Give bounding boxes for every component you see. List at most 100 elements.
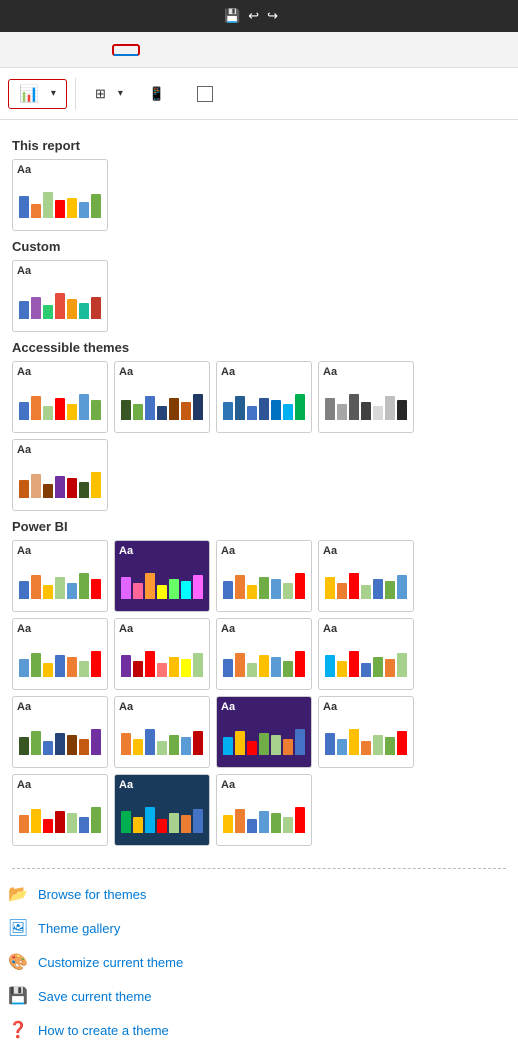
theme-card-pbi-6[interactable]: Aa [114, 618, 210, 690]
chart-bar [283, 583, 293, 599]
theme-bars-pbi-11 [221, 715, 307, 755]
theme-aa-pbi-2: Aa [119, 545, 205, 557]
chart-bar [169, 579, 179, 599]
theme-gallery-icon: 🖼 [8, 918, 28, 938]
chart-bar [337, 739, 347, 755]
theme-card-acc-1[interactable]: Aa [12, 361, 108, 433]
chart-bar [31, 396, 41, 420]
save-icon[interactable]: 💾 [224, 8, 240, 24]
undo-icon[interactable]: ↩ [248, 8, 259, 24]
chart-bar [259, 811, 269, 833]
chart-bar [223, 737, 233, 755]
chart-bar [19, 480, 29, 498]
chart-bar [169, 813, 179, 833]
theme-card-acc-2[interactable]: Aa [114, 361, 210, 433]
theme-card-pbi-4[interactable]: Aa [318, 540, 414, 612]
theme-card-pbi-12[interactable]: Aa [318, 696, 414, 768]
theme-bars-pbi-13 [17, 793, 103, 833]
themes-caret-icon: ▾ [51, 88, 56, 99]
chart-bar [55, 476, 65, 498]
chart-bar [43, 192, 53, 218]
chart-bar [181, 659, 191, 677]
chart-bar [31, 297, 41, 319]
chart-bar [55, 293, 65, 319]
theme-card-pbi-13[interactable]: Aa [12, 774, 108, 846]
gridlines-button[interactable] [186, 81, 230, 107]
theme-card-pbi-9[interactable]: Aa [12, 696, 108, 768]
bottom-menu-item-theme-gallery[interactable]: 🖼Theme gallery [0, 911, 518, 945]
chart-bar [271, 735, 281, 755]
chart-bar [79, 303, 89, 319]
theme-aa-acc-4: Aa [323, 366, 409, 378]
chart-bar [271, 400, 281, 420]
theme-bars-pbi-7 [221, 637, 307, 677]
chart-bar [295, 573, 305, 599]
chart-bar [247, 406, 257, 420]
menu-home[interactable] [34, 46, 58, 54]
title-bar: 💾 ↩ ↪ [0, 0, 518, 32]
chart-bar [373, 579, 383, 599]
theme-card-acc-4[interactable]: Aa [318, 361, 414, 433]
theme-card-pbi-2[interactable]: Aa [114, 540, 210, 612]
theme-bars-acc-2 [119, 380, 205, 420]
chart-bar [181, 737, 191, 755]
section-title-1: Custom [12, 239, 506, 254]
chart-bar [325, 655, 335, 677]
theme-card-this-report-1[interactable]: Aa [12, 159, 108, 231]
chart-bar [349, 573, 359, 599]
theme-card-pbi-8[interactable]: Aa [318, 618, 414, 690]
chart-bar [31, 474, 41, 498]
theme-card-pbi-5[interactable]: Aa [12, 618, 108, 690]
chart-bar [67, 198, 77, 218]
mobile-layout-button[interactable]: 📱 [138, 81, 182, 107]
theme-card-pbi-11[interactable]: Aa [216, 696, 312, 768]
mobile-layout-icon: 📱 [149, 86, 165, 102]
menu-insert[interactable] [60, 46, 84, 54]
chart-bar [19, 659, 29, 677]
theme-card-pbi-3[interactable]: Aa [216, 540, 312, 612]
theme-card-custom-1[interactable]: Aa [12, 260, 108, 332]
chart-bar [157, 741, 167, 755]
chart-bar [121, 811, 131, 833]
themes-button[interactable]: 📊 ▾ [8, 79, 67, 109]
chart-bar [283, 817, 293, 833]
chart-bar [91, 729, 101, 755]
theme-card-pbi-7[interactable]: Aa [216, 618, 312, 690]
theme-card-pbi-15[interactable]: Aa [216, 774, 312, 846]
bottom-menu-item-customize-theme[interactable]: 🎨Customize current theme [0, 945, 518, 979]
theme-aa-pbi-15: Aa [221, 779, 307, 791]
menu-file[interactable] [8, 46, 32, 54]
chart-bar [235, 653, 245, 677]
chart-bar [247, 663, 257, 677]
theme-bars-pbi-4 [323, 559, 409, 599]
menu-help[interactable] [142, 46, 166, 54]
chart-bar [157, 663, 167, 677]
theme-bars-pbi-2 [119, 559, 205, 599]
save-theme-label: Save current theme [38, 989, 151, 1004]
chart-bar [235, 575, 245, 599]
menu-external-tools[interactable] [168, 46, 192, 54]
menu-view[interactable] [112, 44, 140, 56]
section-title-2: Accessible themes [12, 340, 506, 355]
theme-card-acc-5[interactable]: Aa [12, 439, 108, 511]
menu-modeling[interactable] [86, 46, 110, 54]
page-view-button[interactable]: ⊞ ▾ [84, 81, 134, 107]
bottom-menu-item-how-to-theme[interactable]: ❓How to create a theme [0, 1013, 518, 1047]
theme-card-pbi-14[interactable]: Aa [114, 774, 210, 846]
bottom-menu-item-save-theme[interactable]: 💾Save current theme [0, 979, 518, 1013]
chart-bar [31, 653, 41, 677]
chart-bar [259, 655, 269, 677]
theme-card-pbi-10[interactable]: Aa [114, 696, 210, 768]
chart-bar [19, 402, 29, 420]
how-to-theme-icon: ❓ [8, 1020, 28, 1040]
theme-card-acc-3[interactable]: Aa [216, 361, 312, 433]
themes-dropdown-panel: This reportAaCustomAaAccessible themesAa… [0, 120, 518, 1051]
theme-aa-pbi-3: Aa [221, 545, 307, 557]
chart-bar [91, 194, 101, 218]
bottom-menu-item-browse-themes[interactable]: 📂Browse for themes [0, 877, 518, 911]
redo-icon[interactable]: ↪ [267, 8, 278, 24]
theme-card-pbi-1[interactable]: Aa [12, 540, 108, 612]
chart-bar [235, 731, 245, 755]
chart-bar [325, 733, 335, 755]
chart-bar [91, 579, 101, 599]
